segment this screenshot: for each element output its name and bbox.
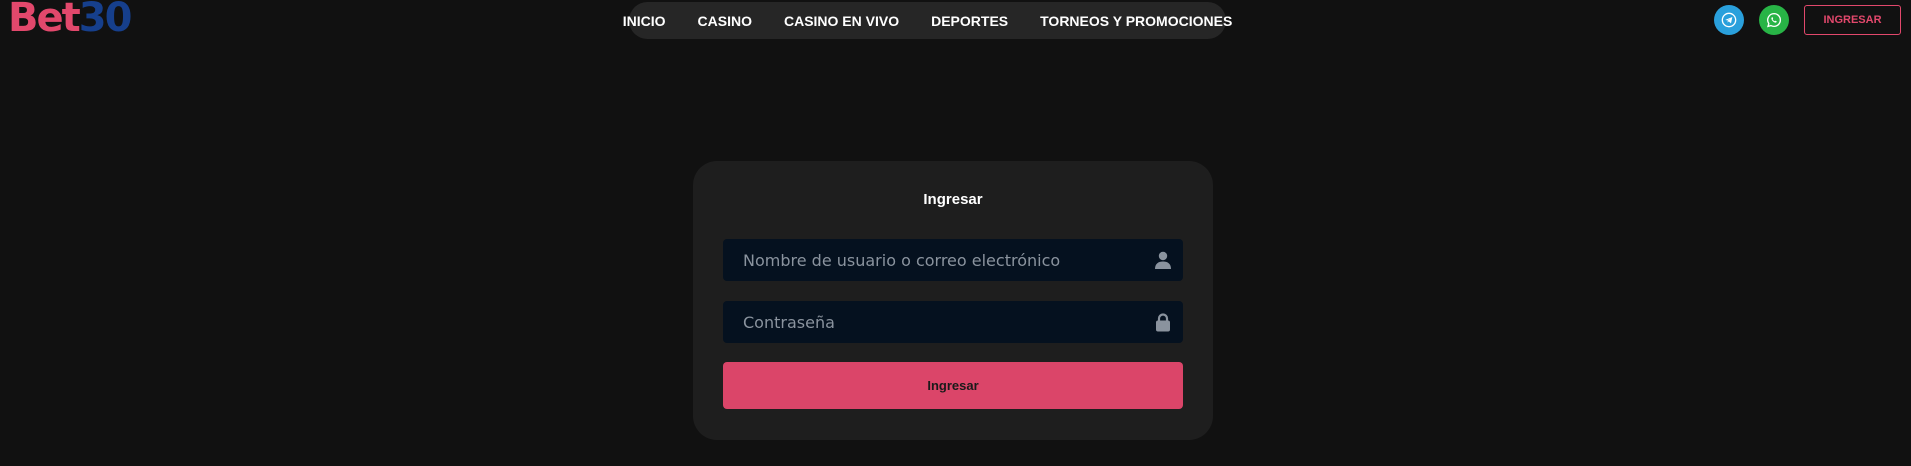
- whatsapp-icon: [1767, 12, 1782, 28]
- login-card: Ingresar Ingresar: [693, 161, 1213, 440]
- nav-item-torneos-promociones[interactable]: TORNEOS Y PROMOCIONES: [1040, 13, 1232, 29]
- nav-item-deportes[interactable]: DEPORTES: [931, 13, 1008, 29]
- password-field-container: [723, 301, 1183, 343]
- telegram-icon: [1721, 12, 1737, 28]
- user-icon: [1155, 251, 1171, 269]
- logo-text-bet: Bet: [8, 0, 81, 41]
- nav-item-inicio[interactable]: INICIO: [623, 13, 666, 29]
- nav-item-casino-en-vivo[interactable]: CASINO EN VIVO: [784, 13, 899, 29]
- header-login-button[interactable]: INGRESAR: [1804, 5, 1901, 35]
- password-input[interactable]: [723, 301, 1123, 343]
- lock-icon: [1156, 313, 1170, 332]
- brand-logo[interactable]: Bet30: [8, 0, 133, 41]
- telegram-button[interactable]: [1714, 5, 1744, 35]
- whatsapp-button[interactable]: [1759, 5, 1789, 35]
- site-header: Bet30 INICIO CASINO CASINO EN VIVO DEPOR…: [0, 0, 1911, 44]
- login-submit-button[interactable]: Ingresar: [723, 362, 1183, 409]
- main-nav: INICIO CASINO CASINO EN VIVO DEPORTES TO…: [623, 2, 1232, 39]
- nav-item-casino[interactable]: CASINO: [698, 13, 752, 29]
- login-title: Ingresar: [923, 191, 983, 208]
- page: Bet30 INICIO CASINO CASINO EN VIVO DEPOR…: [0, 0, 1911, 466]
- username-field-container: [723, 239, 1183, 281]
- username-input[interactable]: [723, 239, 1123, 281]
- logo-text-number: 30: [78, 0, 133, 41]
